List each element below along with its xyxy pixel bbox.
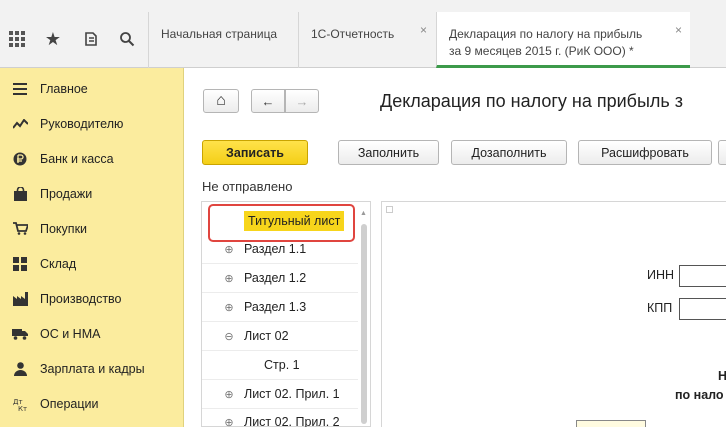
sidebar-item-label: Главное xyxy=(40,81,88,96)
factory-icon xyxy=(0,291,40,306)
refill-button[interactable]: Дозаполнить xyxy=(451,140,567,165)
save-button[interactable]: Записать xyxy=(202,140,308,165)
tab-label-line2: за 9 месяцев 2015 г. (РиК ООО) * xyxy=(449,44,634,58)
sidebar-item-fixed-assets[interactable]: ОС и НМА xyxy=(0,316,184,351)
main-content: ⌂ ← → Декларация по налогу на прибыль з … xyxy=(185,69,726,427)
sidebar-item-main[interactable]: Главное xyxy=(0,71,184,106)
sidebar-item-production[interactable]: Производство xyxy=(0,281,184,316)
warehouse-grid-icon xyxy=(0,256,40,271)
tab-label: 1С-Отчетность xyxy=(311,27,395,41)
tree-item-label: Раздел 1.3 xyxy=(244,300,307,314)
scroll-up-icon[interactable]: ▲ xyxy=(360,210,367,217)
expand-icon[interactable]: ⊕ xyxy=(222,300,236,314)
debit-credit-icon: Дт Кт xyxy=(0,397,40,411)
tab-1c-reporting[interactable]: 1С-Отчетность × xyxy=(298,12,435,68)
sidebar-item-salary[interactable]: Зарплата и кадры xyxy=(0,351,184,386)
kpp-label: КПП xyxy=(647,301,673,315)
tree-item-page-1[interactable]: Стр. 1 xyxy=(202,351,358,380)
tree-item-sheet-02-app-1[interactable]: ⊕ Лист 02. Прил. 1 xyxy=(202,380,358,409)
arrow-left-icon: ← xyxy=(261,93,275,109)
tree-item-label: Раздел 1.2 xyxy=(244,271,307,285)
tab-close-icon[interactable]: × xyxy=(675,22,682,39)
forward-button[interactable]: → xyxy=(285,89,319,113)
kpp-field[interactable] xyxy=(679,298,726,320)
sidebar-item-bank[interactable]: Банк и касса xyxy=(0,141,184,176)
home-icon: ⌂ xyxy=(216,92,226,109)
tree-item-label: Лист 02. Прил. 1 xyxy=(244,387,340,401)
sidebar-item-label: Продажи xyxy=(40,186,93,201)
tab-close-icon[interactable]: × xyxy=(420,22,427,39)
tab-label-line1: Декларация по налогу на прибыль xyxy=(449,27,643,41)
star-icon[interactable]: ★ xyxy=(42,28,64,50)
inn-label: ИНН xyxy=(647,268,675,282)
expand-icon[interactable]: ⊕ xyxy=(222,242,236,256)
tree-item-label: Лист 02. Прил. 2 xyxy=(244,415,340,427)
sidebar-item-label: Банк и касса xyxy=(40,151,114,166)
tab-label: Начальная страница xyxy=(161,27,278,41)
sidebar-item-manager[interactable]: Руководителю xyxy=(0,106,184,141)
svg-text:Кт: Кт xyxy=(18,405,27,411)
expand-icon[interactable]: ⊕ xyxy=(222,415,236,427)
form-input-box[interactable] xyxy=(576,420,646,427)
trend-icon xyxy=(0,118,40,129)
sidebar-item-label: ОС и НМА xyxy=(40,326,101,341)
tab-declaration[interactable]: Декларация по налогу на прибыль за 9 мес… xyxy=(436,12,690,68)
search-icon[interactable] xyxy=(116,28,138,50)
form-preview: ИНН КПП Н по нало xyxy=(381,201,726,427)
sidebar-item-label: Склад xyxy=(40,256,77,271)
tree-item-sheet-02[interactable]: ⊖ Лист 02 xyxy=(202,322,358,351)
sidebar-item-label: Операции xyxy=(40,396,99,411)
form-subheading-fragment: по нало xyxy=(675,388,724,402)
preview-corner-marker xyxy=(386,206,393,213)
decode-button[interactable]: Расшифровать xyxy=(578,140,712,165)
sidebar-item-operations[interactable]: Дт Кт Операции xyxy=(0,386,184,421)
fill-button[interactable]: Заполнить xyxy=(338,140,439,165)
sidebar-item-label: Руководителю xyxy=(40,116,124,131)
back-button[interactable]: ← xyxy=(251,89,285,113)
history-icon[interactable] xyxy=(80,28,102,50)
arrow-right-icon: → xyxy=(295,93,309,109)
menu-lines-icon xyxy=(0,82,40,95)
cart-icon xyxy=(0,222,40,235)
person-icon xyxy=(0,361,40,376)
scrollbar-thumb[interactable] xyxy=(361,224,367,424)
tree-scrollbar[interactable]: ▲ xyxy=(360,210,368,426)
selection-highlight-frame xyxy=(208,204,355,242)
home-button[interactable]: ⌂ xyxy=(203,89,239,113)
tree-item-label: Раздел 1.1 xyxy=(244,242,307,256)
sidebar-item-sales[interactable]: Продажи xyxy=(0,176,184,211)
form-heading-fragment: Н xyxy=(718,369,726,383)
status-text: Не отправлено xyxy=(202,179,293,194)
sidebar-item-purchases[interactable]: Покупки xyxy=(0,211,184,246)
sidebar: Главное Руководителю Банк и касса Продаж… xyxy=(0,68,184,427)
inn-field[interactable] xyxy=(679,265,726,287)
apps-grid-icon[interactable] xyxy=(6,28,28,50)
tree-item-label: Стр. 1 xyxy=(264,358,300,372)
sidebar-item-label: Зарплата и кадры xyxy=(40,361,145,376)
shopping-bag-icon xyxy=(0,186,40,201)
tree-item-sheet-02-app-2[interactable]: ⊕ Лист 02. Прил. 2 xyxy=(202,409,358,427)
tree-item-section-1-3[interactable]: ⊕ Раздел 1.3 xyxy=(202,293,358,322)
sidebar-item-warehouse[interactable]: Склад xyxy=(0,246,184,281)
sidebar-item-label: Покупки xyxy=(40,221,88,236)
top-bar: ★ Начальная страница 1С-Отчетность × Дек… xyxy=(0,0,726,68)
sidebar-item-label: Производство xyxy=(40,291,122,306)
ruble-coin-icon xyxy=(0,152,40,166)
expand-icon[interactable]: ⊕ xyxy=(222,387,236,401)
tab-home-page[interactable]: Начальная страница xyxy=(148,12,298,68)
page-title: Декларация по налогу на прибыль з xyxy=(380,91,684,111)
tree-toggle-spacer xyxy=(242,358,256,372)
more-button[interactable] xyxy=(718,140,726,165)
tree-item-section-1-2[interactable]: ⊕ Раздел 1.2 xyxy=(202,264,358,293)
expand-icon[interactable]: ⊕ xyxy=(222,271,236,285)
truck-icon xyxy=(0,328,40,340)
collapse-icon[interactable]: ⊖ xyxy=(222,329,236,343)
tree-item-label: Лист 02 xyxy=(244,329,289,343)
